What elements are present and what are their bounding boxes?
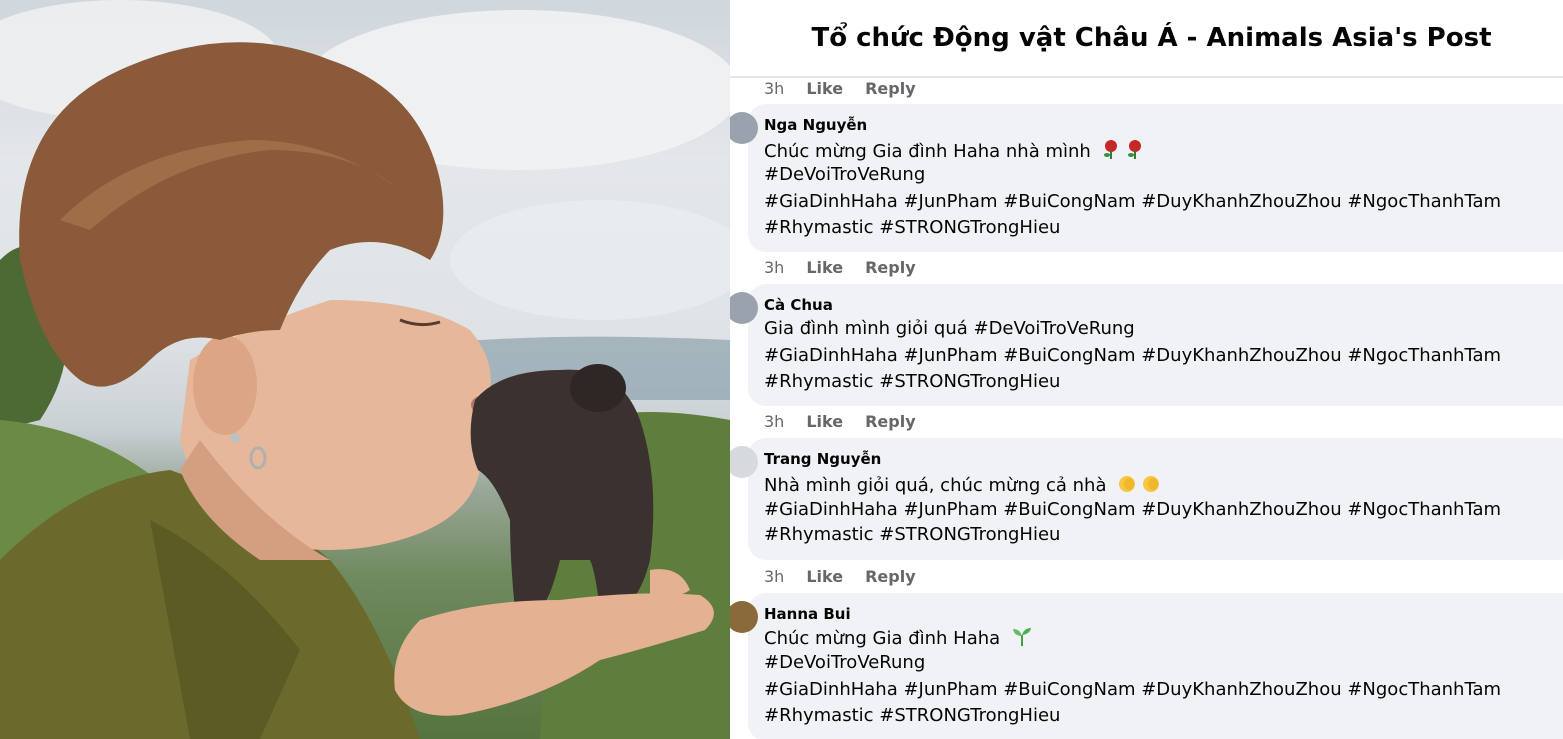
comment-text: Chúc mừng Gia đình Haha <box>764 625 1034 652</box>
comment-actions: 3h Like Reply <box>764 77 916 99</box>
hashtag-line[interactable]: #Rhymastic #STRONGTrongHieu <box>764 524 1060 545</box>
comment: Cà Chua Gia đình mình giỏi quá #DeVoiTro… <box>730 284 1563 406</box>
reply-button[interactable]: Reply <box>865 79 916 98</box>
hashtag-line[interactable]: #Rhymastic #STRONGTrongHieu <box>764 705 1060 726</box>
reply-button[interactable]: Reply <box>865 412 916 431</box>
comment-author[interactable]: Hanna Bui <box>764 605 851 623</box>
hashtag-line[interactable]: #GiaDinhHaha #JunPham #BuiCongNam #DuyKh… <box>764 679 1501 700</box>
comment: Nga Nguyễn Chúc mừng Gia đình Haha nhà m… <box>730 104 1563 252</box>
comment-text-line: Nhà mình giỏi quá, chúc mừng cả nhà <box>764 475 1107 496</box>
post-header: Tổ chức Động vật Châu Á - Animals Asia's… <box>730 0 1563 78</box>
comment-text: Gia đình mình giỏi quá #DeVoiTroVeRung <box>764 318 1135 339</box>
comment-author[interactable]: Cà Chua <box>764 296 833 314</box>
like-button[interactable]: Like <box>806 79 843 98</box>
hashtag-line[interactable]: #GiaDinhHaha #JunPham #BuiCongNam #DuyKh… <box>764 345 1501 366</box>
avatar[interactable] <box>730 446 758 478</box>
comment-actions: 3h Like Reply <box>764 565 916 587</box>
like-button[interactable]: Like <box>806 258 843 277</box>
comment-timestamp: 3h <box>764 78 785 98</box>
like-button[interactable]: Like <box>806 412 843 431</box>
comment: Trang Nguyễn Nhà mình giỏi quá, chúc mừn… <box>730 438 1563 560</box>
avatar[interactable] <box>730 601 758 633</box>
hashtag-line[interactable]: #DeVoiTroVeRung <box>764 164 925 185</box>
comment-text: Nhà mình giỏi quá, chúc mừng cả nhà <box>764 472 1162 499</box>
comment-timestamp: 3h <box>764 566 785 586</box>
comment-timestamp: 3h <box>764 257 785 277</box>
hashtag-line[interactable]: #DeVoiTroVeRung <box>764 652 925 673</box>
reply-button[interactable]: Reply <box>865 567 916 586</box>
clapping-hands-icon <box>1116 472 1162 499</box>
avatar[interactable] <box>730 292 758 324</box>
hashtag-line[interactable]: #GiaDinhHaha #JunPham #BuiCongNam #DuyKh… <box>764 191 1501 212</box>
hashtag-line[interactable]: #Rhymastic #STRONGTrongHieu <box>764 217 1060 238</box>
avatar[interactable] <box>730 112 758 144</box>
hashtag-line[interactable]: #GiaDinhHaha #JunPham #BuiCongNam #DuyKh… <box>764 499 1501 520</box>
comment-actions: 3h Like Reply <box>764 410 916 432</box>
post-photo <box>0 0 730 739</box>
seedling-icon <box>1010 625 1034 652</box>
comment-actions: 3h Like Reply <box>764 256 916 278</box>
hashtag-line[interactable]: #Rhymastic #STRONGTrongHieu <box>764 371 1060 392</box>
comment-text-line: Chúc mừng Gia đình Haha nhà mình <box>764 141 1091 162</box>
post-title: Tổ chức Động vật Châu Á - Animals Asia's… <box>811 23 1492 53</box>
photo-illustration <box>0 0 730 739</box>
comment-text-line: Chúc mừng Gia đình Haha <box>764 628 1001 649</box>
comment: Hanna Bui Chúc mừng Gia đình Haha #DeVoi… <box>730 593 1563 739</box>
rose-icon <box>1101 138 1147 165</box>
comment-author[interactable]: Trang Nguyễn <box>764 450 881 468</box>
comment-author[interactable]: Nga Nguyễn <box>764 116 867 134</box>
comments-panel: Tổ chức Động vật Châu Á - Animals Asia's… <box>730 0 1563 739</box>
comment-text: Chúc mừng Gia đình Haha nhà mình <box>764 138 1147 165</box>
reply-button[interactable]: Reply <box>865 258 916 277</box>
like-button[interactable]: Like <box>806 567 843 586</box>
comment-timestamp: 3h <box>764 411 785 431</box>
